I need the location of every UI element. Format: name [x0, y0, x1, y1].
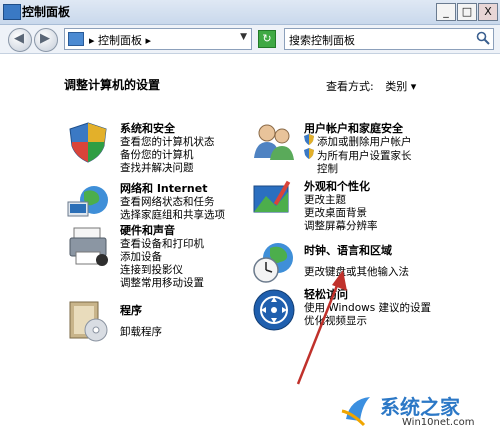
- navigation-bar: ◀ ▶ ▸ 控制面板 ▸ ▼ ↻ 搜索控制面板: [0, 25, 500, 54]
- watermark: 系统之家 Win10net.com: [340, 385, 495, 433]
- link-homegroup-sharing[interactable]: 选择家庭组和共享选项: [120, 207, 225, 222]
- link-troubleshoot[interactable]: 查找并解决问题: [120, 160, 194, 175]
- minimize-button[interactable]: _: [436, 3, 456, 21]
- window-title: 控制面板: [22, 5, 71, 19]
- category-programs[interactable]: 程序: [120, 302, 142, 318]
- network-globe-icon[interactable]: [66, 182, 110, 222]
- forward-button[interactable]: ▶: [34, 28, 58, 52]
- control-panel-icon: [3, 4, 21, 20]
- control-panel-icon: [68, 32, 84, 46]
- printer-icon[interactable]: [68, 224, 112, 268]
- ease-of-access-icon[interactable]: [252, 288, 296, 332]
- windows-logo-icon: [341, 397, 370, 427]
- maximize-button[interactable]: □: [457, 3, 477, 21]
- address-text: ▸ 控制面板 ▸: [89, 34, 152, 47]
- search-icon[interactable]: [476, 31, 490, 45]
- forward-arrow-icon: ▶: [40, 31, 50, 46]
- address-bar[interactable]: ▸ 控制面板 ▸ ▼: [64, 28, 252, 50]
- link-change-keyboard[interactable]: 更改键盘或其他输入法: [304, 264, 409, 279]
- link-mobility-settings[interactable]: 调整常用移动设置: [120, 275, 204, 290]
- appearance-icon[interactable]: [252, 178, 296, 222]
- category-clock-language[interactable]: 时钟、语言和区域: [304, 242, 392, 258]
- search-input[interactable]: 搜索控制面板: [284, 28, 494, 50]
- link-screen-resolution[interactable]: 调整屏幕分辨率: [304, 218, 378, 233]
- link-uninstall-program[interactable]: 卸载程序: [120, 324, 162, 339]
- programs-icon[interactable]: [66, 298, 110, 344]
- close-button[interactable]: X: [478, 3, 498, 21]
- page-title: 调整计算机的设置: [64, 78, 161, 92]
- back-arrow-icon: ◀: [14, 31, 24, 46]
- link-add-remove-users[interactable]: 添加或删除用户帐户: [317, 134, 412, 149]
- shield-icon: [304, 148, 314, 159]
- refresh-icon[interactable]: ↻: [258, 30, 276, 48]
- link-optimize-display[interactable]: 优化视频显示: [304, 313, 367, 328]
- watermark-name: 系统之家: [380, 395, 460, 419]
- chevron-down-icon[interactable]: ▼: [240, 32, 247, 42]
- view-by-label: 查看方式:: [326, 80, 374, 93]
- shield-icon: [304, 134, 314, 145]
- clock-globe-icon[interactable]: [252, 240, 296, 284]
- view-by-dropdown[interactable]: 类别 ▾: [385, 80, 416, 93]
- shield-icon[interactable]: [66, 120, 110, 164]
- title-bar: 控制面板 _ □ X: [0, 0, 500, 25]
- back-button[interactable]: ◀: [8, 28, 32, 52]
- main-content: 调整计算机的设置 查看方式: 类别 ▾ 系统和安全 查看您的计算机状态 备份您的…: [0, 54, 500, 437]
- users-icon[interactable]: [252, 120, 296, 164]
- link-parental-controls-cont[interactable]: 控制: [317, 161, 338, 176]
- watermark-site: Win10net.com: [402, 417, 475, 428]
- search-placeholder: 搜索控制面板: [289, 34, 355, 47]
- view-by: 查看方式: 类别 ▾: [326, 78, 416, 94]
